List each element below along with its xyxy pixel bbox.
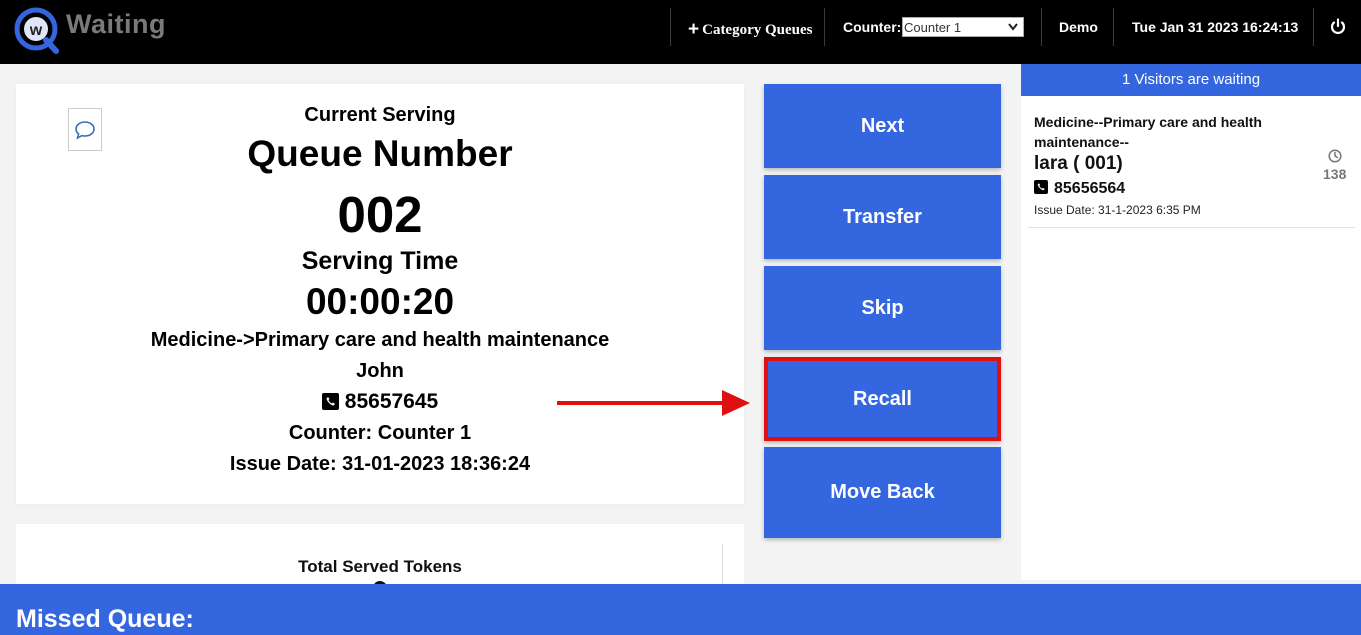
plus-icon: + [688, 19, 700, 40]
serving-counter: Counter: Counter 1 [288, 422, 472, 444]
logo-letter: w [29, 22, 43, 39]
queue-number-label: Queue Number [247, 133, 513, 174]
waiting-visitor-item[interactable]: Medicine--Primary care and health mainte… [1028, 108, 1355, 228]
top-navbar: w Waiting + Category Queues Counter: Coun… [0, 0, 1361, 64]
waiting-count-header: 1 Visitors are waiting [1021, 64, 1361, 96]
next-button[interactable]: Next [764, 84, 1001, 168]
counter-select-value: Counter 1 [904, 20, 962, 35]
queue-number-value: 002 [337, 186, 423, 243]
visitor-issue-date: Issue Date: 31-1-2023 6:35 PM [1034, 203, 1201, 217]
waiting-panel: 1 Visitors are waiting Medicine--Primary… [1021, 64, 1361, 580]
current-datetime: Tue Jan 31 2023 16:24:13 [1132, 19, 1299, 35]
missed-queue-bar: Missed Queue: [0, 584, 1361, 635]
visitor-service: Medicine--Primary care and health mainte… [1034, 114, 1262, 150]
phone-icon [321, 393, 339, 410]
nav-divider [824, 8, 825, 46]
recall-button[interactable]: Recall [764, 357, 1001, 441]
serving-time-label: Serving Time [301, 247, 459, 275]
counter-select[interactable]: Counter 1 [902, 17, 1024, 37]
visitor-wait-time: 138 [1323, 166, 1347, 182]
user-menu[interactable]: Demo [1059, 19, 1098, 35]
clock-icon [1328, 149, 1342, 163]
brand-name: Waiting [66, 9, 166, 39]
missed-queue-title: Missed Queue: [16, 605, 194, 633]
visitor-name: lara ( 001) [1034, 153, 1123, 174]
skip-button[interactable]: Skip [764, 266, 1001, 350]
current-serving-label: Current Serving [304, 104, 456, 126]
app-logo-icon: w [14, 7, 59, 54]
move-back-button[interactable]: Move Back [764, 447, 1001, 538]
chevron-down-icon [1008, 23, 1018, 31]
nav-divider [670, 8, 671, 46]
category-queues-label: Category Queues [702, 22, 813, 38]
nav-divider [1313, 8, 1314, 46]
annotation-arrow-head [722, 390, 750, 416]
visitor-phone: 85656564 [1034, 180, 1125, 198]
nav-divider [1041, 8, 1042, 46]
power-icon[interactable] [1329, 18, 1347, 36]
counter-label: Counter: [843, 19, 902, 35]
phone-icon [1034, 180, 1048, 194]
nav-divider [1113, 8, 1114, 46]
annotation-arrow-line [557, 401, 727, 405]
transfer-button[interactable]: Transfer [764, 175, 1001, 259]
issue-date: Issue Date: 31-01-2023 18:36:24 [229, 453, 531, 475]
visitor-phone-number: 85656564 [1054, 180, 1126, 197]
visitor-phone-number: 85657645 [344, 390, 439, 413]
serving-time-value: 00:00:20 [305, 281, 455, 322]
category-queues-link[interactable]: + Category Queues [688, 18, 813, 40]
current-serving-card: Current Serving Queue Number 002 Serving… [16, 84, 744, 504]
service-name: Medicine->Primary care and health mainte… [150, 329, 610, 351]
visitor-name: John [356, 360, 404, 382]
total-served-label: Total Served Tokens [298, 557, 462, 576]
